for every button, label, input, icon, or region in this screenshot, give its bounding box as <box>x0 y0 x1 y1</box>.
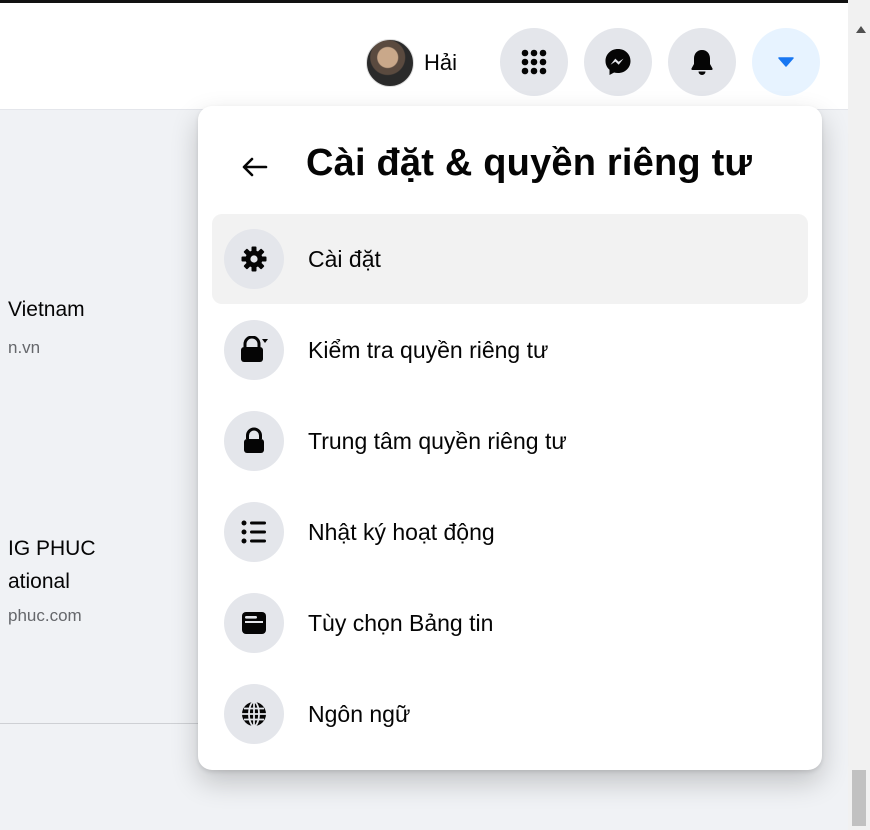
menu-item-language[interactable]: Ngôn ngữ <box>212 669 808 759</box>
feed-item-subtitle: phuc.com <box>8 606 82 625</box>
feed-item-subtitle: n.vn <box>8 338 41 357</box>
menu-item-feed-preferences[interactable]: Tùy chọn Bảng tin <box>212 578 808 668</box>
menu-item-label: Kiểm tra quyền riêng tư <box>308 337 549 363</box>
lock-icon <box>224 411 284 471</box>
menu-grid-icon <box>521 49 547 75</box>
menu-item-activity-log[interactable]: Nhật ký hoạt động <box>212 487 808 577</box>
profile-name[interactable]: Hải <box>424 50 457 76</box>
menu-header: Cài đặt & quyền riêng tư <box>198 136 822 198</box>
list-icon <box>224 502 284 562</box>
scrollbar-thumb[interactable] <box>852 770 866 826</box>
feed-item-title[interactable]: IG PHUC <box>8 537 96 561</box>
menu-item-privacy-checkup[interactable]: Kiểm tra quyền riêng tư <box>212 305 808 395</box>
menu-item-label: Cài đặt <box>308 246 381 272</box>
account-menu-button[interactable] <box>752 28 820 96</box>
menu-item-privacy-center[interactable]: Trung tâm quyền riêng tư <box>212 396 808 486</box>
gear-icon <box>224 229 284 289</box>
menu-title: Cài đặt & quyền riêng tư <box>306 142 753 184</box>
top-navigation-bar: Hải <box>0 3 848 110</box>
feed-divider <box>0 723 200 724</box>
menu-item-label: Trung tâm quyền riêng tư <box>308 428 567 454</box>
avatar[interactable] <box>366 39 414 87</box>
menu-item-settings[interactable]: Cài đặt <box>212 214 808 304</box>
scroll-up-arrow-icon[interactable] <box>856 26 866 33</box>
back-arrow-icon[interactable] <box>236 152 272 182</box>
feed-item-title[interactable]: Vietnam <box>8 298 85 322</box>
lock-check-icon <box>224 320 284 380</box>
scrollbar[interactable] <box>848 0 870 830</box>
menu-item-label: Ngôn ngữ <box>308 701 411 727</box>
messenger-button[interactable] <box>584 28 652 96</box>
globe-icon <box>224 684 284 744</box>
menu-item-label: Nhật ký hoạt động <box>308 519 495 545</box>
notifications-button[interactable] <box>668 28 736 96</box>
caret-down-icon <box>778 57 794 67</box>
notification-bell-icon <box>691 50 713 75</box>
menu-item-label: Tùy chọn Bảng tin <box>308 610 494 636</box>
feed-window-icon <box>224 593 284 653</box>
feed-item-title-line2[interactable]: ational <box>8 570 70 594</box>
messenger-icon <box>605 49 631 75</box>
profile-shortcut[interactable]: Hải <box>366 38 457 88</box>
menu-button[interactable] <box>500 28 568 96</box>
settings-privacy-menu: Cài đặt & quyền riêng tư Cài đặt Kiểm tr… <box>198 106 822 770</box>
